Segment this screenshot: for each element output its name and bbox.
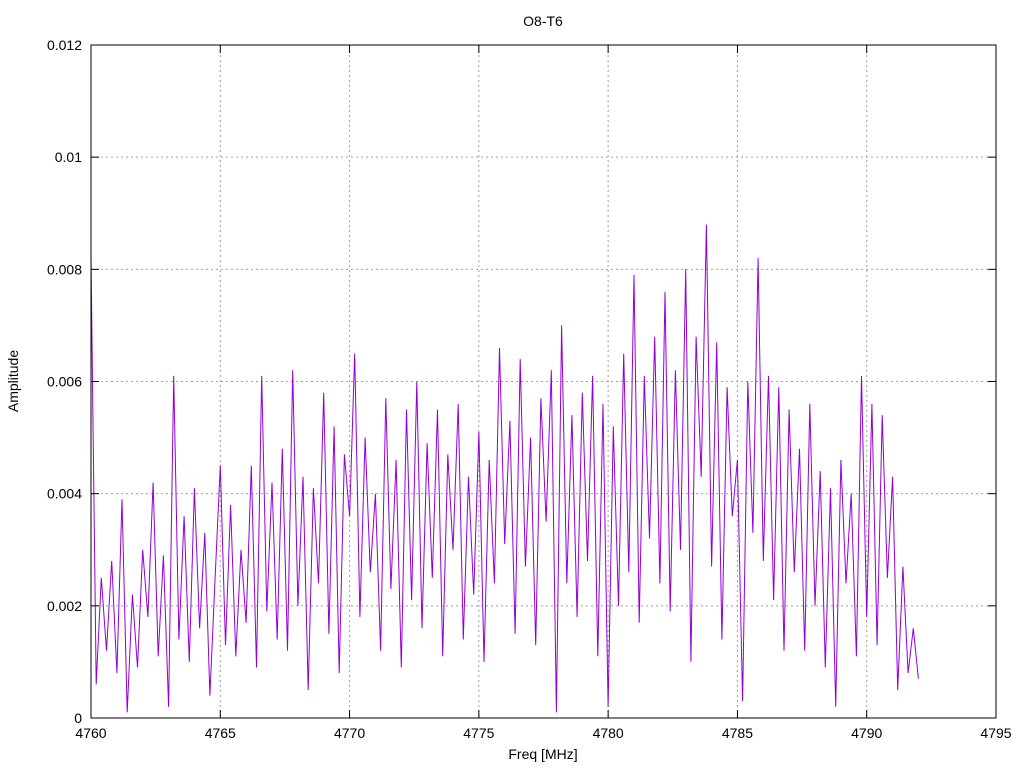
y-tick-label: 0.01 — [55, 149, 82, 165]
y-tick-label: 0.012 — [47, 37, 82, 53]
x-axis-label: Freq [MHz] — [508, 746, 577, 762]
x-tick-label: 4785 — [722, 725, 753, 741]
x-tick-label: 4760 — [75, 725, 106, 741]
series-line-0 — [90, 224, 919, 713]
x-tick-label: 4765 — [205, 725, 236, 741]
x-tick-label: 4795 — [980, 725, 1011, 741]
chart-title: O8-T6 — [523, 13, 563, 29]
y-tick-label: 0.008 — [47, 261, 82, 277]
chart: 4760 4765 4770 4775 4780 4785 4790 4795 0 0.002 0.… — [5, 13, 1012, 762]
y-tick-label: 0 — [74, 710, 82, 726]
x-tick-label: 4790 — [851, 725, 882, 741]
x-tick-label: 4780 — [593, 725, 624, 741]
x-tick-label: 4775 — [463, 725, 494, 741]
y-tick-label: 0.004 — [47, 486, 82, 502]
x-tick-label: 4770 — [334, 725, 365, 741]
series-group — [90, 224, 919, 713]
y-tick-label: 0.002 — [47, 598, 82, 614]
y-tick-label: 0.006 — [47, 374, 82, 390]
y-axis-label: Amplitude — [5, 350, 21, 412]
